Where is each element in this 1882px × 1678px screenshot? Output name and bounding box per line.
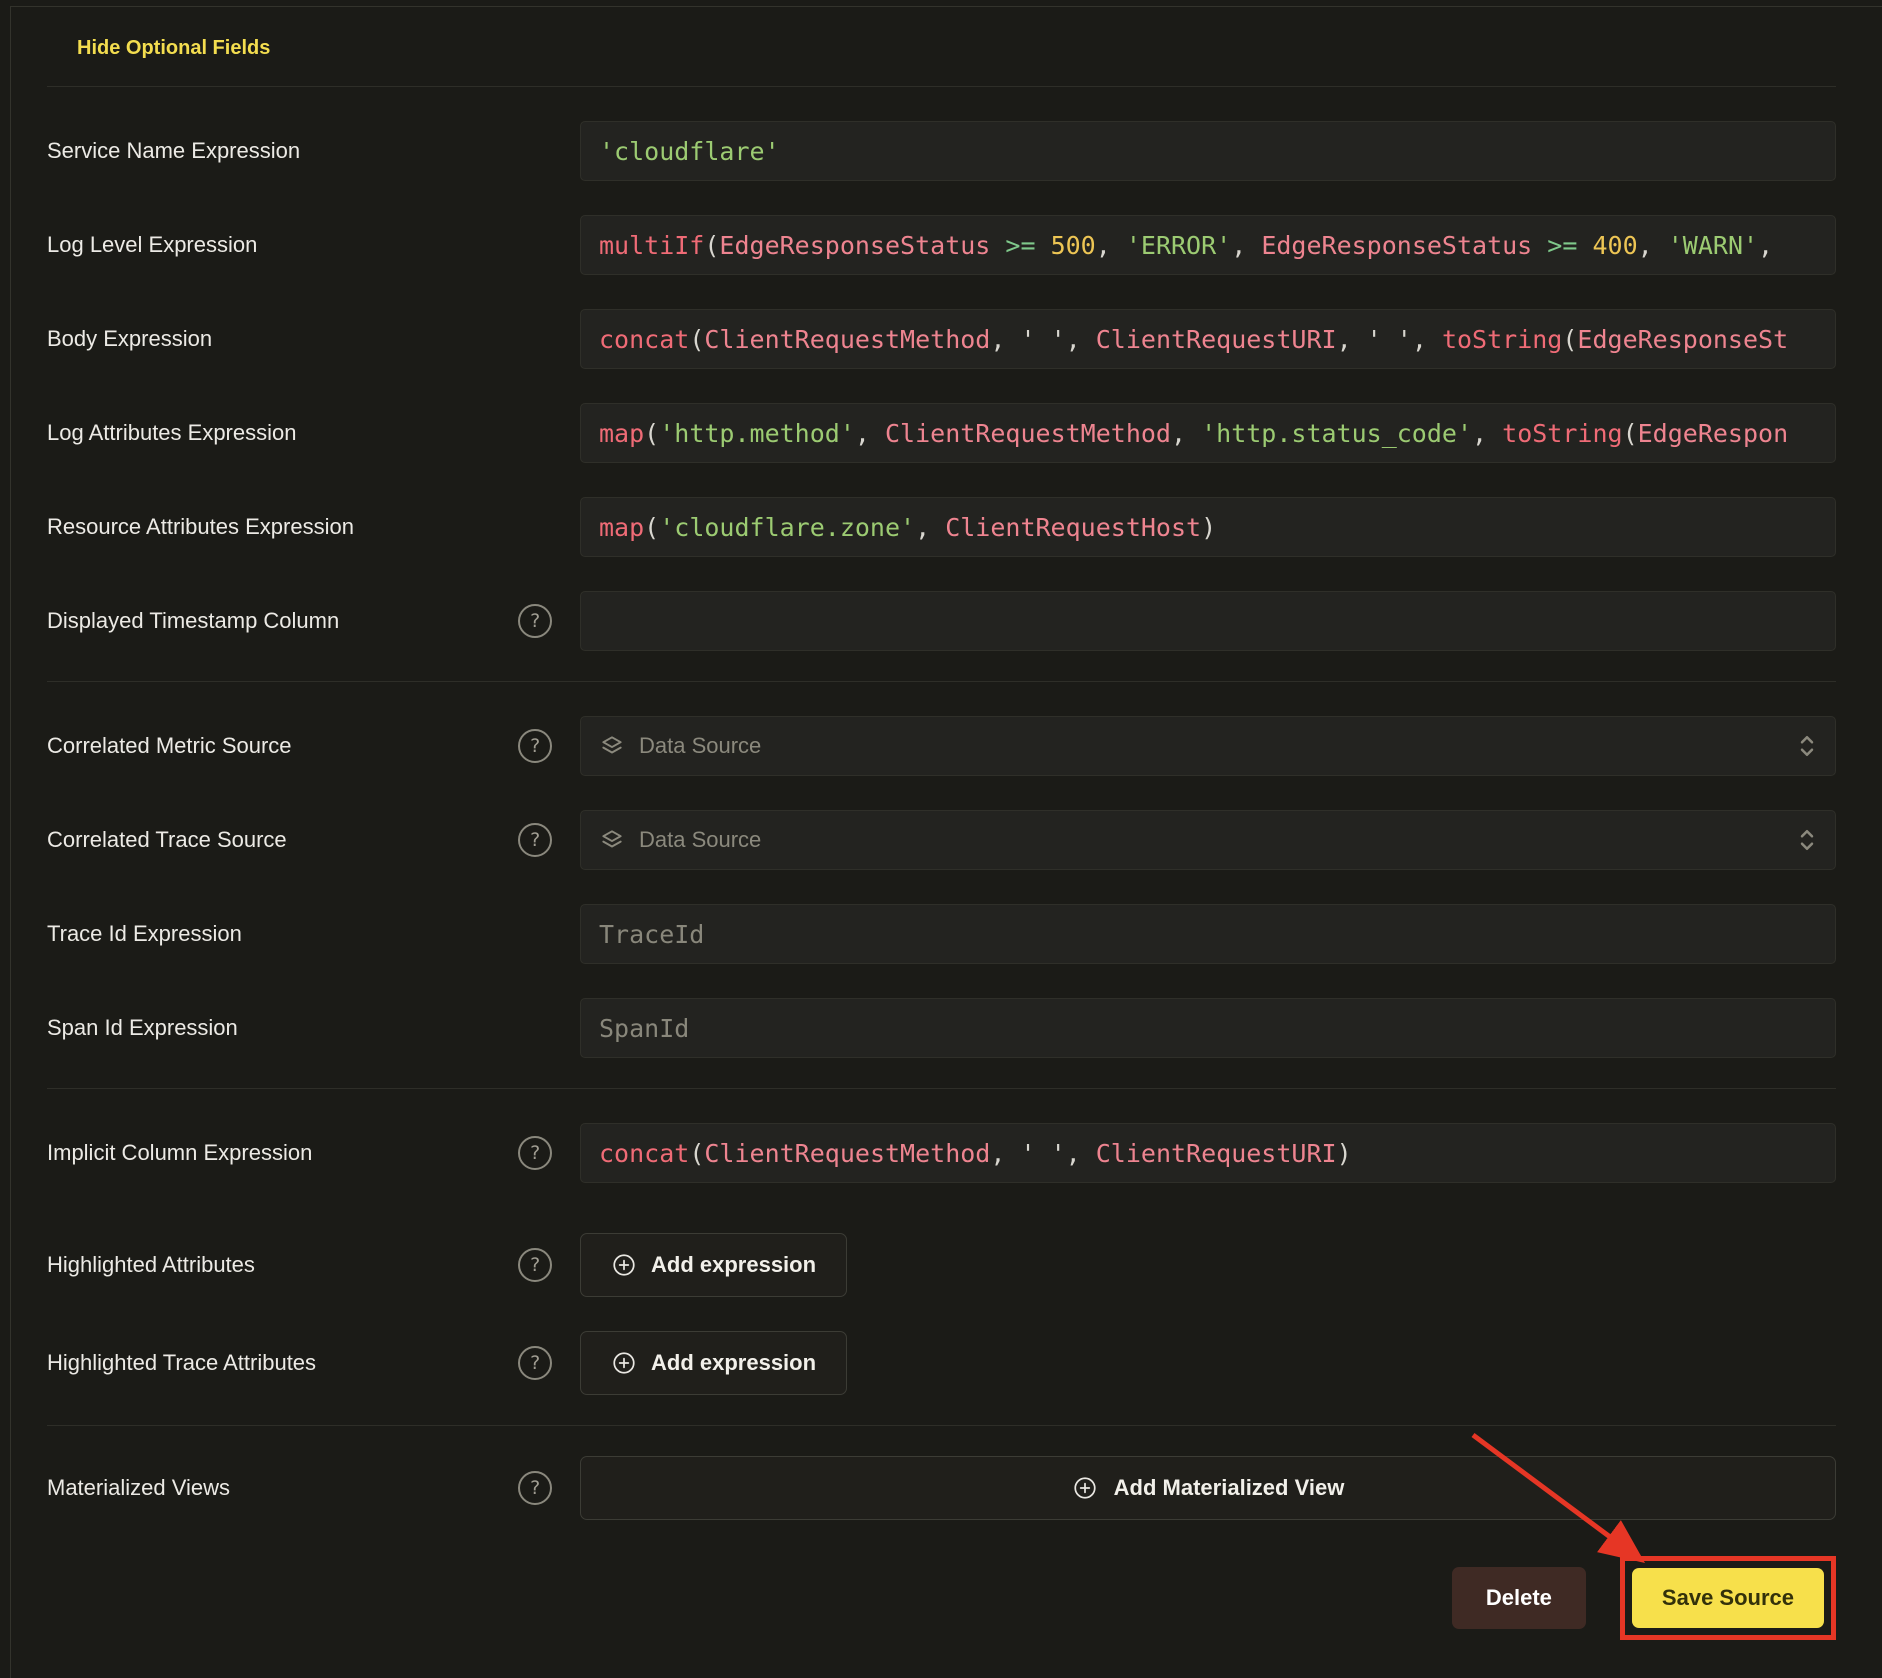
correlated-trace-row: Correlated Trace Source ? Data Source xyxy=(47,810,1836,870)
displayed-timestamp-label: Displayed Timestamp Column xyxy=(47,608,339,634)
plus-circle-icon xyxy=(1072,1475,1098,1501)
correlated-metric-select[interactable]: Data Source xyxy=(580,716,1836,776)
highlighted-trace-attributes-label: Highlighted Trace Attributes xyxy=(47,1350,316,1376)
trace-id-input[interactable]: TraceId xyxy=(580,904,1836,964)
help-icon[interactable]: ? xyxy=(518,1471,552,1505)
delete-button[interactable]: Delete xyxy=(1452,1567,1586,1629)
add-materialized-view-label: Add Materialized View xyxy=(1114,1475,1345,1501)
resource-attributes-row: Resource Attributes Expression map('clou… xyxy=(47,497,1836,557)
help-icon[interactable]: ? xyxy=(518,823,552,857)
log-level-row: Log Level Expression multiIf(EdgeRespons… xyxy=(47,215,1836,275)
trace-id-placeholder: TraceId xyxy=(599,920,704,949)
span-id-input[interactable]: SpanId xyxy=(580,998,1836,1058)
log-attributes-input[interactable]: map('http.method', ClientRequestMethod, … xyxy=(580,403,1836,463)
resource-attributes-input[interactable]: map('cloudflare.zone', ClientRequestHost… xyxy=(580,497,1836,557)
select-placeholder: Data Source xyxy=(639,827,1797,853)
resource-attributes-label: Resource Attributes Expression xyxy=(47,514,354,540)
log-level-label: Log Level Expression xyxy=(47,232,257,258)
service-name-label: Service Name Expression xyxy=(47,138,300,164)
span-id-row: Span Id Expression SpanId xyxy=(47,998,1836,1058)
highlighted-attributes-label: Highlighted Attributes xyxy=(47,1252,255,1278)
implicit-column-label: Implicit Column Expression xyxy=(47,1140,312,1166)
divider xyxy=(47,681,1836,682)
selector-icon xyxy=(1797,826,1817,854)
divider xyxy=(47,86,1836,87)
correlated-trace-select[interactable]: Data Source xyxy=(580,810,1836,870)
implicit-column-row: Implicit Column Expression ? concat(Clie… xyxy=(47,1123,1836,1183)
materialized-views-label: Materialized Views xyxy=(47,1475,230,1501)
layers-icon xyxy=(599,827,625,853)
help-icon[interactable]: ? xyxy=(518,1248,552,1282)
help-icon[interactable]: ? xyxy=(518,729,552,763)
select-placeholder: Data Source xyxy=(639,733,1797,759)
help-icon[interactable]: ? xyxy=(518,604,552,638)
add-expression-button[interactable]: Add expression xyxy=(580,1233,847,1297)
correlated-metric-label: Correlated Metric Source xyxy=(47,733,292,759)
correlated-metric-row: Correlated Metric Source ? Data Source xyxy=(47,716,1836,776)
divider xyxy=(47,1088,1836,1089)
log-attributes-label: Log Attributes Expression xyxy=(47,420,296,446)
body-expression-row: Body Expression concat(ClientRequestMeth… xyxy=(47,309,1836,369)
selector-icon xyxy=(1797,732,1817,760)
log-attributes-row: Log Attributes Expression map('http.meth… xyxy=(47,403,1836,463)
hide-optional-fields-link[interactable]: Hide Optional Fields xyxy=(77,37,270,60)
source-form-panel: Hide Optional Fields Service Name Expres… xyxy=(10,6,1882,1678)
annotation-highlight: Save Source xyxy=(1620,1556,1836,1640)
service-name-input[interactable]: 'cloudflare' xyxy=(580,121,1836,181)
form-actions: Delete Save Source xyxy=(47,1556,1836,1640)
highlighted-trace-attributes-row: Highlighted Trace Attributes ? Add expre… xyxy=(47,1331,1836,1395)
correlated-trace-label: Correlated Trace Source xyxy=(47,827,287,853)
span-id-placeholder: SpanId xyxy=(599,1014,689,1043)
body-expression-label: Body Expression xyxy=(47,326,212,352)
layers-icon xyxy=(599,733,625,759)
log-level-input[interactable]: multiIf(EdgeResponseStatus >= 500, 'ERRO… xyxy=(580,215,1836,275)
save-source-button[interactable]: Save Source xyxy=(1632,1568,1824,1628)
materialized-views-row: Materialized Views ? Add Materialized Vi… xyxy=(47,1456,1836,1520)
add-materialized-view-button[interactable]: Add Materialized View xyxy=(580,1456,1836,1520)
highlighted-attributes-row: Highlighted Attributes ? Add expression xyxy=(47,1233,1836,1297)
span-id-label: Span Id Expression xyxy=(47,1015,238,1041)
displayed-timestamp-input[interactable] xyxy=(580,591,1836,651)
plus-circle-icon xyxy=(611,1350,637,1376)
plus-circle-icon xyxy=(611,1252,637,1278)
service-name-row: Service Name Expression 'cloudflare' xyxy=(47,121,1836,181)
divider xyxy=(47,1425,1836,1426)
trace-id-row: Trace Id Expression TraceId xyxy=(47,904,1836,964)
help-icon[interactable]: ? xyxy=(518,1346,552,1380)
implicit-column-input[interactable]: concat(ClientRequestMethod, ' ', ClientR… xyxy=(580,1123,1836,1183)
add-expression-label: Add expression xyxy=(651,1350,816,1376)
displayed-timestamp-row: Displayed Timestamp Column ? xyxy=(47,591,1836,651)
add-expression-label: Add expression xyxy=(651,1252,816,1278)
body-expression-input[interactable]: concat(ClientRequestMethod, ' ', ClientR… xyxy=(580,309,1836,369)
page: { "panel": { "hide_optional_fields": "Hi… xyxy=(0,0,1882,1678)
add-expression-button[interactable]: Add expression xyxy=(580,1331,847,1395)
help-icon[interactable]: ? xyxy=(518,1136,552,1170)
trace-id-label: Trace Id Expression xyxy=(47,921,242,947)
